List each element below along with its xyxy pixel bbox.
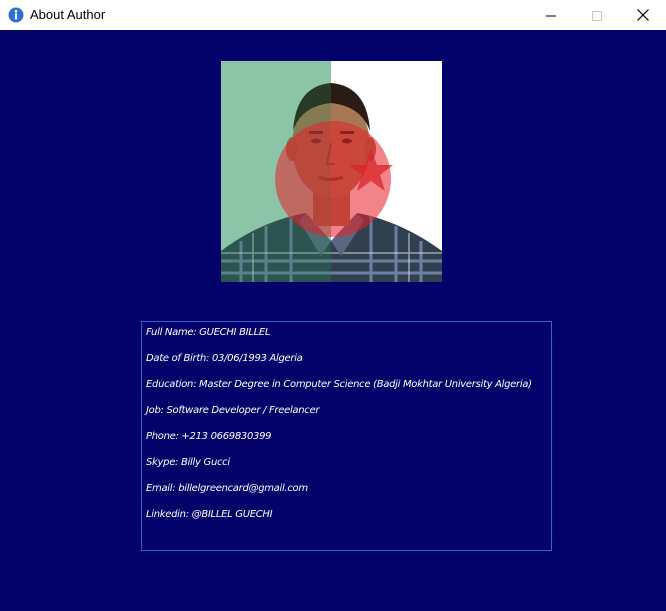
linkedin-text: Linkedin: @BILLEL GUECHI: [146, 509, 273, 520]
skype-text: Skype: Billy Gucci: [146, 457, 230, 468]
info-icon: [8, 7, 24, 23]
author-photo: [221, 61, 442, 282]
email-text: Email: billelgreencard@gmail.com: [146, 483, 308, 494]
minimize-button[interactable]: [528, 0, 574, 30]
minimize-icon: [546, 6, 556, 25]
close-button[interactable]: [620, 0, 666, 30]
about-panel: Full Name: GUECHI BILLEL Date of Birth: …: [0, 30, 666, 611]
window-title: About Author: [30, 7, 106, 22]
maximize-button[interactable]: [574, 0, 620, 30]
close-icon: [637, 6, 649, 25]
date-of-birth-text: Date of Birth: 03/06/1993 Algeria: [146, 353, 303, 364]
title-bar[interactable]: About Author: [0, 0, 666, 30]
job-text: Job: Software Developer / Freelancer: [146, 405, 320, 416]
author-info-box: Full Name: GUECHI BILLEL Date of Birth: …: [141, 321, 552, 551]
phone-text: Phone: +213 0669830399: [146, 431, 272, 442]
maximize-icon: [592, 6, 602, 25]
education-text: Education: Master Degree in Computer Sci…: [146, 379, 532, 390]
full-name-text: Full Name: GUECHI BILLEL: [146, 327, 271, 338]
